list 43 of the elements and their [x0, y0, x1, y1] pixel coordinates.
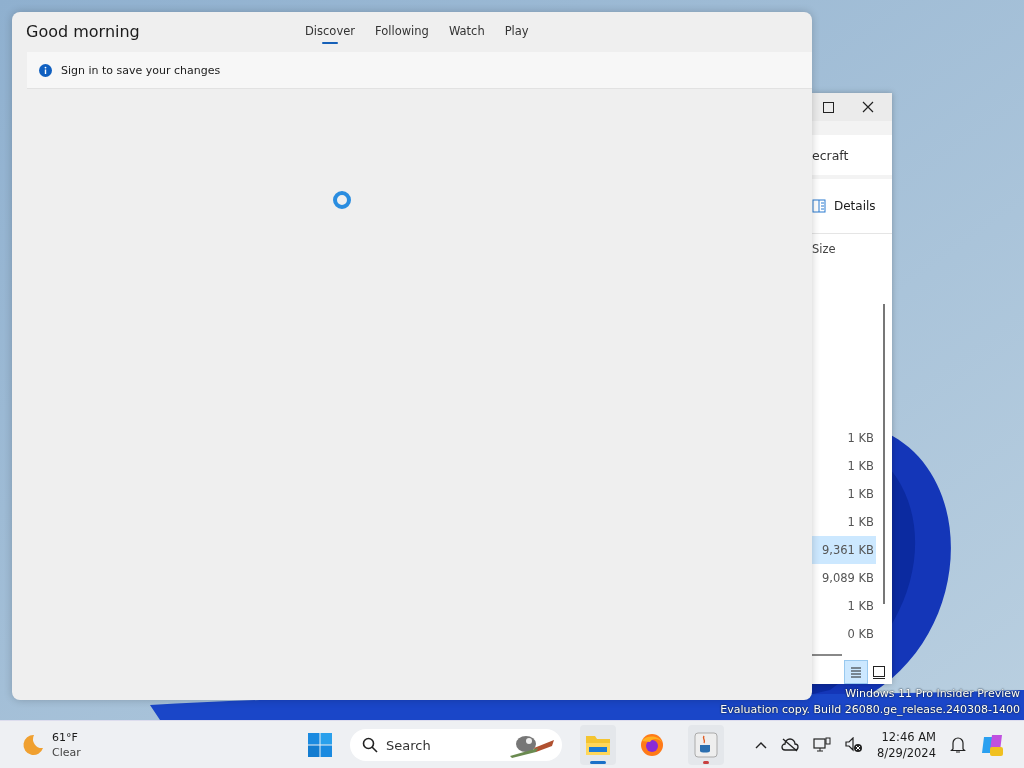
file-size-cell[interactable]: 1 KB: [812, 424, 876, 452]
info-icon: [39, 63, 52, 77]
tab[interactable]: Following: [372, 20, 432, 45]
cloud-off-icon[interactable]: [781, 738, 800, 752]
notice-text: Sign in to save your changes: [61, 63, 221, 77]
speaker-muted-icon[interactable]: [845, 737, 864, 753]
file-size-cell[interactable]: 9,089 KB: [812, 564, 876, 592]
folder-icon: [585, 733, 611, 757]
file-size-cell[interactable]: 9,361 KB: [812, 536, 876, 564]
file-size-cell[interactable]: 0 KB: [812, 620, 876, 648]
watermark-text: Evaluation copy. Build 26080.ge_release.240308-1400: [720, 702, 1020, 718]
taskbar-app-button[interactable]: [580, 725, 616, 765]
address-text: ecraft: [812, 147, 849, 163]
maximize-icon[interactable]: [823, 101, 834, 113]
taskbar-app-button[interactable]: [688, 725, 724, 765]
tiles-view-icon[interactable]: [872, 665, 886, 679]
tab[interactable]: Discover: [302, 20, 358, 45]
date-text: 8/29/2024: [877, 745, 936, 761]
column-header[interactable]: Size: [812, 242, 836, 256]
loading-spinner-icon: [331, 189, 353, 211]
search-field[interactable]: Search: [350, 729, 562, 761]
close-icon[interactable]: [862, 101, 874, 113]
bell-icon[interactable]: [950, 736, 966, 754]
browser-globe-icon: [640, 733, 664, 757]
tab[interactable]: Play: [501, 20, 532, 45]
file-size-cell[interactable]: 1 KB: [812, 452, 876, 480]
tab[interactable]: Watch: [445, 20, 488, 45]
temperature-text: 61°F: [52, 730, 79, 745]
file-size-cell[interactable]: 1 KB: [812, 480, 876, 508]
weather-widget[interactable]: 61°F Clear: [20, 730, 140, 760]
network-icon[interactable]: [813, 737, 832, 753]
search-icon: [362, 737, 378, 753]
chevron-up-icon[interactable]: [755, 741, 768, 749]
start-icon[interactable]: [308, 733, 332, 757]
file-size-cell[interactable]: 1 KB: [812, 592, 876, 620]
time-text: 12:46 AM: [881, 729, 936, 745]
file-size-cell[interactable]: 1 KB: [812, 508, 876, 536]
greeting-title: Good morning: [26, 21, 140, 41]
weather-condition: Clear: [52, 745, 81, 760]
scrollbar-thumb[interactable]: [883, 304, 885, 604]
coffee-cup-icon: [694, 732, 718, 758]
clock[interactable]: 12:46 AM 8/29/2024: [877, 729, 936, 761]
details-pane-icon: [812, 199, 826, 213]
